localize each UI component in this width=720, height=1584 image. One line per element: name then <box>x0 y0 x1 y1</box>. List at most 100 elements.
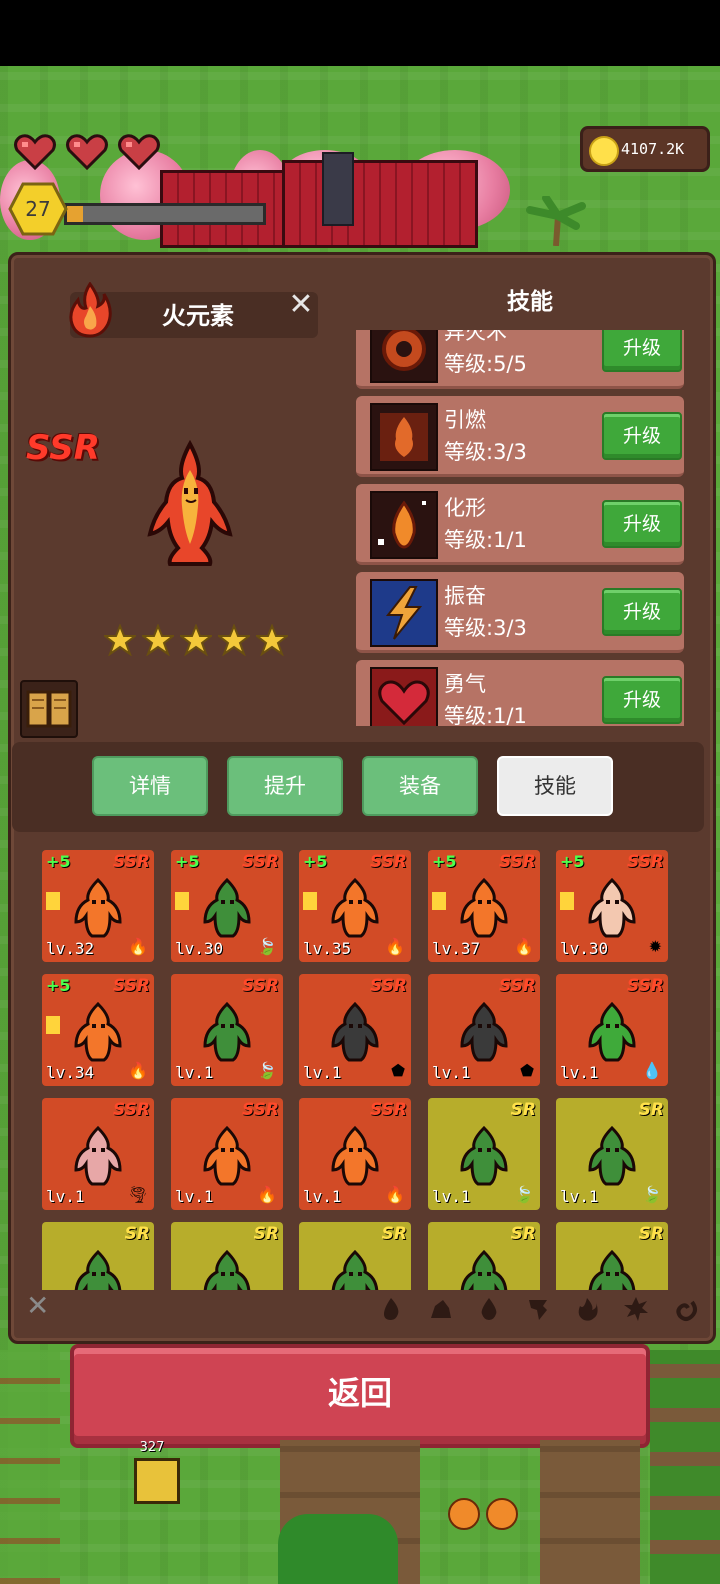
skill-card: 化形 等级:1/1 升级 <box>356 484 684 565</box>
hero-card[interactable]: SR lv.1 🍃 <box>428 1098 540 1210</box>
skills-header: 技能 <box>507 289 553 315</box>
hero-card[interactable]: SSR lv.1 🔥 <box>299 1098 411 1210</box>
hero-level: lv.32 <box>46 939 95 958</box>
hero-sprite <box>327 876 383 940</box>
hero-card[interactable]: +5 SSR lv.37 🔥 <box>428 850 540 962</box>
tab-upgrade[interactable]: 提升 <box>227 756 343 816</box>
hero-card[interactable]: SR lv.1 🍃 <box>556 1098 668 1210</box>
wind-filter-icon[interactable] <box>525 1296 551 1322</box>
tab-details[interactable]: 详情 <box>92 756 208 816</box>
hero-card[interactable]: SSR lv.1 🍃 <box>171 974 283 1086</box>
hero-sprite <box>199 1248 255 1290</box>
plus-badge: +5 <box>432 852 457 871</box>
hero-sprite <box>199 1000 255 1064</box>
wind-element-icon: 🌪 <box>127 1185 148 1204</box>
house-roof <box>282 160 478 248</box>
skill-card: 引燃 等级:3/3 升级 <box>356 396 684 477</box>
return-button[interactable]: 返回 <box>70 1344 650 1448</box>
rarity-label: SR <box>510 1224 536 1244</box>
hero-card[interactable]: +5 SSR lv.30 ✹ <box>556 850 668 962</box>
skill-name: 引燃 <box>444 408 486 432</box>
hero-card[interactable]: SSR lv.1 ⬟ <box>428 974 540 1086</box>
rarity-label: SR <box>638 1224 664 1244</box>
plus-badge: +5 <box>560 852 585 871</box>
hero-roster-grid[interactable]: +5 SSR lv.32 🔥 +5 SSR lv.30 🍃 +5 SSR lv.35 🔥 +5 SSR lv… <box>0 848 720 1290</box>
lightning-skill-icon <box>370 579 438 647</box>
flame-filter-icon[interactable] <box>574 1296 600 1322</box>
ignite-skill-icon <box>370 403 438 471</box>
rarity-label: SR <box>253 1224 279 1244</box>
orange-fruit-icon[interactable] <box>448 1498 480 1530</box>
hero-level: lv.37 <box>432 939 481 958</box>
hero-card[interactable]: +5 SSR lv.32 🔥 <box>42 850 154 962</box>
crop-field <box>650 1350 720 1584</box>
swirl-filter-icon[interactable] <box>672 1296 698 1322</box>
flag-icon <box>46 892 60 910</box>
coin-amount: 4107.2K <box>621 140 685 158</box>
fire-filter-icon[interactable] <box>378 1296 404 1322</box>
rock-filter-icon[interactable] <box>427 1296 453 1322</box>
hero-card[interactable]: SR <box>171 1222 283 1290</box>
hero-sprite <box>327 1000 383 1064</box>
hero-level: lv.30 <box>175 939 224 958</box>
skill-level: 等级:3/3 <box>444 440 527 464</box>
hero-level: lv.1 <box>175 1063 214 1082</box>
hero-level: lv.1 <box>175 1187 214 1206</box>
chest-icon[interactable] <box>134 1458 180 1504</box>
upgrade-button[interactable]: 升级 <box>602 676 682 724</box>
vine-fence <box>0 1350 60 1584</box>
leaf-element-icon: 🍃 <box>514 1185 534 1204</box>
hero-card[interactable]: SR <box>42 1222 154 1290</box>
hero-level: lv.1 <box>560 1187 599 1206</box>
clear-filter-icon[interactable]: ✕ <box>26 1292 54 1320</box>
rarity-label: SSR <box>627 976 664 996</box>
hero-card[interactable]: +5 SSR lv.30 🍃 <box>171 850 283 962</box>
tab-equipment[interactable]: 装备 <box>362 756 478 816</box>
water-filter-icon[interactable] <box>476 1296 502 1322</box>
hero-card[interactable]: SR <box>556 1222 668 1290</box>
fire-element-icon: 🔥 <box>128 1061 148 1080</box>
status-bar-area <box>0 0 720 66</box>
upgrade-button[interactable]: 升级 <box>602 330 682 372</box>
plus-badge: +5 <box>303 852 328 871</box>
rarity-label: SR <box>124 1224 150 1244</box>
upgrade-button[interactable]: 升级 <box>602 500 682 548</box>
hero-card[interactable]: SSR lv.1 🌪 <box>42 1098 154 1210</box>
rarity-label: SR <box>638 1100 664 1120</box>
hero-card[interactable]: SR <box>299 1222 411 1290</box>
rarity-label: SSR <box>242 976 279 996</box>
hero-card[interactable]: +5 SSR lv.35 🔥 <box>299 850 411 962</box>
hero-card[interactable]: SSR lv.1 💧 <box>556 974 668 1086</box>
rarity-label: SSR <box>242 852 279 872</box>
upgrade-button[interactable]: 升级 <box>602 412 682 460</box>
bush <box>278 1514 398 1584</box>
upgrade-button[interactable]: 升级 <box>602 588 682 636</box>
hero-level: lv.1 <box>432 1187 471 1206</box>
hero-sprite <box>70 1000 126 1064</box>
close-icon[interactable]: ✕ <box>286 290 316 320</box>
skill-card: 勇气 等级:1/1 升级 <box>356 660 684 726</box>
hearts-row <box>14 134 174 174</box>
hero-card[interactable]: SSR lv.1 🔥 <box>171 1098 283 1210</box>
level-number: 27 <box>25 197 51 221</box>
flag-icon <box>432 892 446 910</box>
tab-skills[interactable]: 技能 <box>497 756 613 816</box>
fire-element-icon: 🔥 <box>385 1185 405 1204</box>
orange-fruit-icon[interactable] <box>486 1498 518 1530</box>
sun-filter-icon[interactable] <box>623 1296 649 1322</box>
rarity-label: SSR <box>370 976 407 996</box>
rarity-label: SSR <box>370 1100 407 1120</box>
rarity-label: SR <box>381 1224 407 1244</box>
hero-sprite <box>584 1124 640 1188</box>
rarity-label: SSR <box>113 976 150 996</box>
skills-list[interactable]: 异火术 等级:5/5 升级 引燃 等级:3/3 升级 化形 等级:1/1 升级 … <box>0 330 720 726</box>
skill-card: 振奋 等级:3/3 升级 <box>356 572 684 653</box>
skill-card: 异火术 等级:5/5 升级 <box>356 330 684 389</box>
hero-card[interactable]: +5 SSR lv.34 🔥 <box>42 974 154 1086</box>
flag-icon <box>175 892 189 910</box>
element-filter-bar <box>378 1296 698 1324</box>
hero-card[interactable]: SSR lv.1 ⬟ <box>299 974 411 1086</box>
rarity-label: SR <box>510 1100 536 1120</box>
plus-badge: +5 <box>46 852 71 871</box>
hero-card[interactable]: SR <box>428 1222 540 1290</box>
